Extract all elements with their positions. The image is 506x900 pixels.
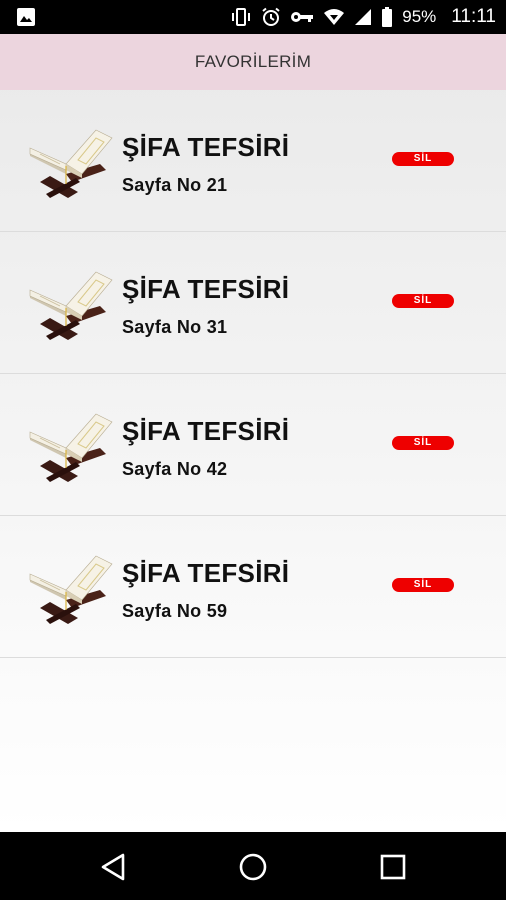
list-item[interactable]: ŞİFA TEFSİRİ Sayfa No 59 SİL (0, 516, 506, 658)
item-title: ŞİFA TEFSİRİ (122, 132, 290, 162)
recents-icon[interactable] (376, 850, 410, 884)
quran-book-icon (26, 124, 116, 204)
item-title: ŞİFA TEFSİRİ (122, 558, 290, 588)
favorites-list: ŞİFA TEFSİRİ Sayfa No 21 SİL ŞİFA TEFSİR… (0, 90, 506, 658)
quran-book-icon (26, 408, 116, 488)
list-item[interactable]: ŞİFA TEFSİRİ Sayfa No 42 SİL (0, 374, 506, 516)
delete-button[interactable]: SİL (392, 578, 454, 592)
battery-icon (381, 7, 393, 27)
item-title: ŞİFA TEFSİRİ (122, 274, 290, 304)
back-icon[interactable] (97, 850, 131, 884)
signal-icon (354, 8, 372, 26)
item-page-number: Sayfa No 59 (122, 601, 228, 621)
quran-book-icon (26, 550, 116, 630)
wifi-icon (323, 8, 345, 26)
battery-percent: 95% (402, 7, 437, 26)
delete-button[interactable]: SİL (392, 436, 454, 450)
navigation-bar (0, 832, 506, 900)
key-icon (290, 9, 314, 25)
status-bar: 95% 11:11 (0, 0, 506, 34)
image-icon (16, 7, 36, 32)
page-title: FAVORİLERİM (194, 52, 312, 71)
delete-button[interactable]: SİL (392, 152, 454, 166)
item-title: ŞİFA TEFSİRİ (122, 416, 290, 446)
app-header: FAVORİLERİM (0, 34, 506, 90)
item-page-number: Sayfa No 31 (122, 317, 228, 337)
item-page-number: Sayfa No 42 (122, 459, 228, 479)
item-page-number: Sayfa No 21 (122, 175, 228, 195)
app-content: FAVORİLERİM ŞİFA TEFSİRİ Sayfa No 21 SİL… (0, 34, 506, 832)
list-item[interactable]: ŞİFA TEFSİRİ Sayfa No 31 SİL (0, 232, 506, 374)
quran-book-icon (26, 266, 116, 346)
list-item[interactable]: ŞİFA TEFSİRİ Sayfa No 21 SİL (0, 90, 506, 232)
clock: 11:11 (451, 6, 496, 27)
home-icon[interactable] (236, 850, 270, 884)
delete-button[interactable]: SİL (392, 294, 454, 308)
vibrate-icon (230, 7, 252, 27)
alarm-icon (261, 7, 281, 27)
